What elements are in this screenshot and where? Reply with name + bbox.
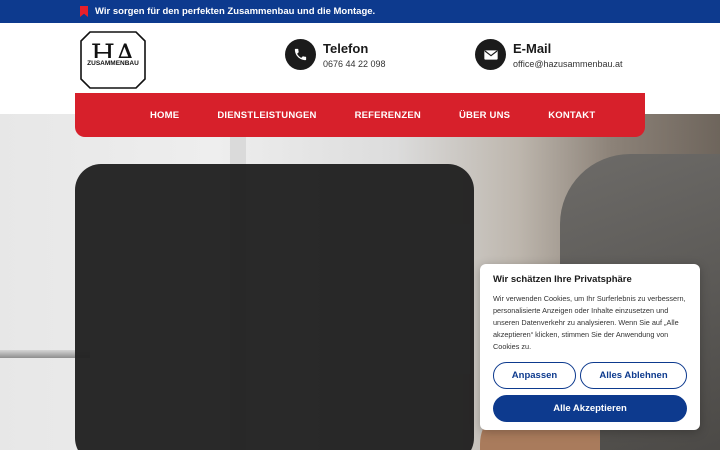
nav-home[interactable]: HOME [150, 110, 179, 121]
cookie-title: Wir schätzen Ihre Privatsphäre [493, 274, 632, 285]
main-nav: HOME DIENSTLEISTUNGEN REFERENZEN ÜBER UN… [75, 93, 645, 137]
email-address[interactable]: office@hazusammenbau.at [513, 59, 623, 69]
phone-contact[interactable]: Telefon 0676 44 22 098 [285, 39, 386, 70]
nav-kontakt[interactable]: KONTAKT [548, 110, 595, 121]
phone-icon [285, 39, 316, 70]
bookmark-icon [80, 6, 88, 17]
cookie-consent-dialog: Wir schätzen Ihre Privatsphäre Wir verwe… [480, 264, 700, 430]
reject-all-button[interactable]: Alles Ablehnen [580, 362, 687, 389]
logo-word: ZUSAMMENBAU [87, 60, 139, 67]
accept-all-button[interactable]: Alle Akzeptieren [493, 395, 687, 422]
announcement-text: Wir sorgen für den perfekten Zusammenbau… [95, 6, 376, 17]
nav-dienstleistungen[interactable]: DIENSTLEISTUNGEN [217, 110, 316, 121]
hero-overlay-panel [75, 164, 474, 450]
announcement-bar: Wir sorgen für den perfekten Zusammenbau… [0, 0, 720, 23]
mail-icon [475, 39, 506, 70]
cookie-text: Wir verwenden Cookies, um Ihr Surferlebn… [493, 294, 686, 351]
email-contact[interactable]: E-Mail office@hazusammenbau.at [475, 39, 623, 70]
nav-referenzen[interactable]: REFERENZEN [355, 110, 421, 121]
email-title: E-Mail [513, 40, 552, 56]
nav-ueber-uns[interactable]: ÜBER UNS [459, 110, 510, 121]
phone-title: Telefon [323, 40, 369, 56]
company-logo[interactable]: HA ZUSAMMENBAU [80, 31, 146, 89]
customize-button[interactable]: Anpassen [493, 362, 576, 389]
phone-number[interactable]: 0676 44 22 098 [323, 59, 386, 69]
